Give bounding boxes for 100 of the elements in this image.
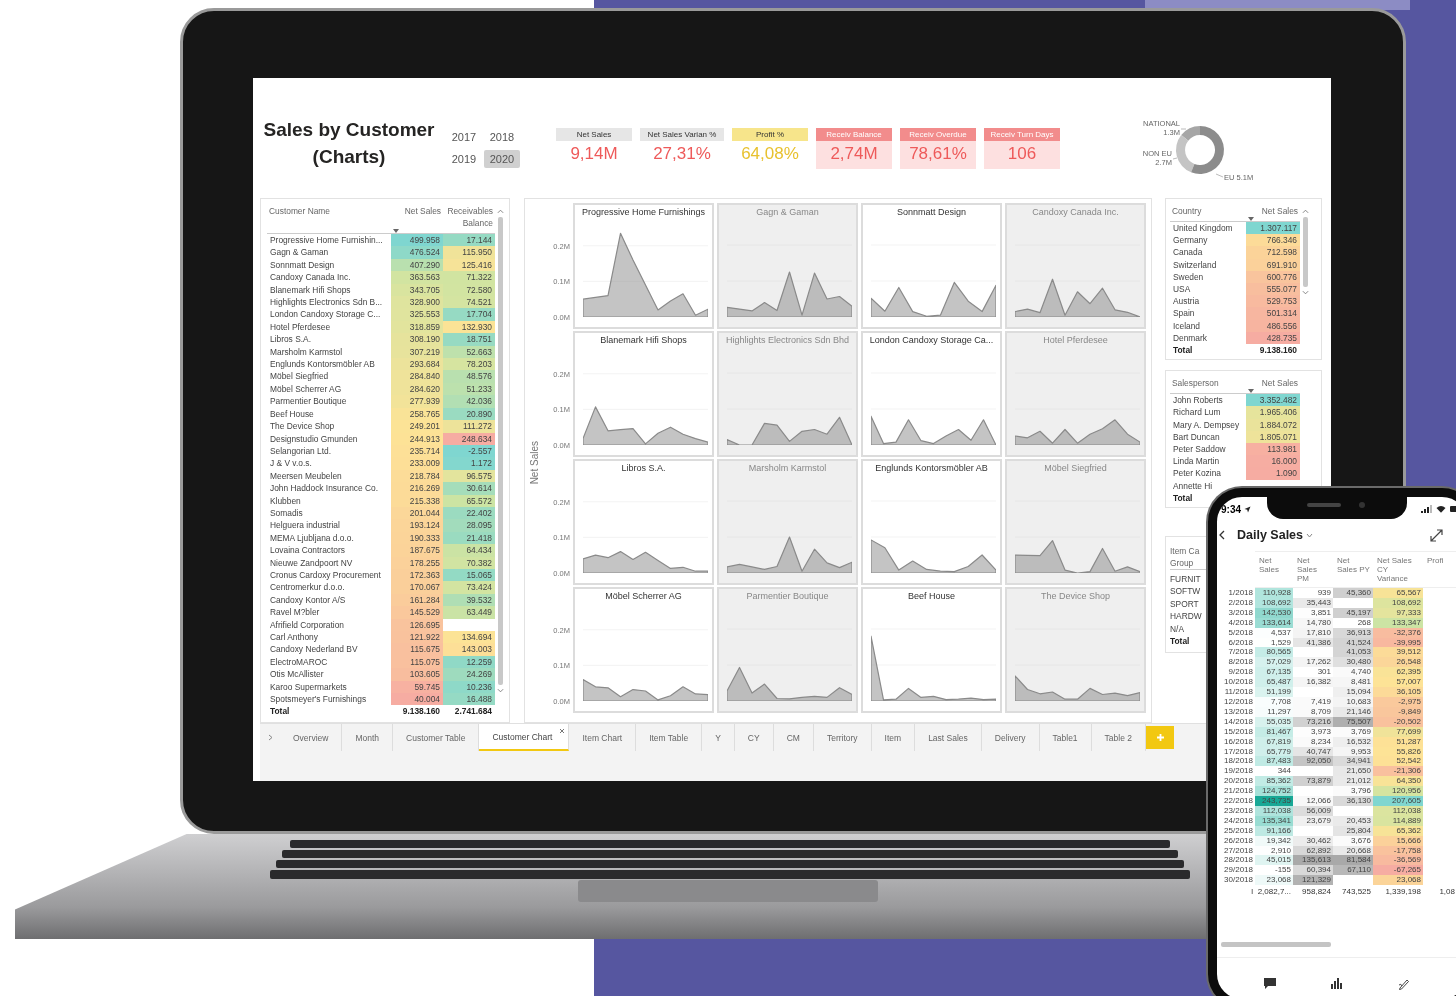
table-cell: 1.307.117 <box>1246 222 1300 235</box>
table-cell: 363.563 <box>391 271 443 284</box>
table-cell: 17,810 <box>1293 627 1333 638</box>
table-cell: 55,826 <box>1373 746 1423 757</box>
row-label: Canada <box>1172 246 1204 259</box>
table-cell: 207,605 <box>1373 796 1423 806</box>
row-label: 10/2018 <box>1223 677 1254 688</box>
table-cell: 19,342 <box>1255 835 1293 846</box>
table-cell: 308.190 <box>391 333 443 346</box>
close-icon <box>559 728 566 734</box>
table-cell: -20,502 <box>1373 716 1423 727</box>
chart-title: Möbel Scherrer AG <box>604 590 683 603</box>
year-button[interactable]: 2017 <box>446 128 482 146</box>
add-page-button[interactable] <box>1146 726 1175 749</box>
table-cell: 73,879 <box>1293 776 1333 787</box>
row-label: Iceland <box>1172 319 1201 332</box>
table-cell: 36,913 <box>1333 627 1373 638</box>
chart-title: The Device Shop <box>1039 590 1111 603</box>
row-label: Annette Hi <box>1172 479 1214 492</box>
total-label: Total <box>1172 344 1194 357</box>
table-cell: 112,038 <box>1255 805 1293 816</box>
row-label: MEMA Ljubljana d.o.o. <box>269 531 355 545</box>
table-cell: 65,362 <box>1373 825 1423 836</box>
year-button[interactable]: 2019 <box>446 150 482 168</box>
year-button[interactable]: 2018 <box>484 128 520 146</box>
row-label: FURNIT <box>1170 573 1201 586</box>
row-label: Möbel Siegfried <box>269 370 330 383</box>
column-header: Group <box>1170 557 1194 570</box>
table-cell: 145.529 <box>391 606 443 619</box>
row-label: Highlights Electronics Sdn B... <box>269 296 384 309</box>
table-cell: 23,068 <box>1255 875 1293 886</box>
page-tab[interactable]: Customer Chart <box>479 724 570 751</box>
row-label: 2/2018 <box>1227 597 1254 608</box>
row-label: Englunds Kontorsmöbler AB <box>269 358 376 371</box>
row-label: 13/2018 <box>1223 706 1254 717</box>
table-cell: 115.950 <box>443 246 495 259</box>
table-cell: 23,679 <box>1293 815 1333 826</box>
year-button[interactable]: 2020 <box>484 150 520 168</box>
table-cell: 476.524 <box>391 246 443 259</box>
row-label: 1/2018 <box>1227 588 1254 598</box>
row-label: 22/2018 <box>1223 796 1254 806</box>
table-cell: 92,050 <box>1293 756 1333 767</box>
signal-icon <box>1421 505 1432 513</box>
table-cell: 48.576 <box>443 370 495 383</box>
table-cell: 73,216 <box>1293 716 1333 727</box>
row-label: 16/2018 <box>1223 736 1254 747</box>
table-cell: -67,265 <box>1373 865 1423 876</box>
table-cell: 30.614 <box>443 482 495 495</box>
table-cell: 284.840 <box>391 370 443 383</box>
row-label: 14/2018 <box>1223 716 1254 727</box>
table-cell: 16,382 <box>1293 677 1333 688</box>
table-cell: 24.269 <box>443 668 495 681</box>
page-title: Daily Sales <box>1237 528 1303 542</box>
table-cell: 216.269 <box>391 482 443 495</box>
total-label: Total <box>1170 635 1190 648</box>
row-label: Beef House <box>269 407 315 421</box>
chart-title: Hotel Pferdesee <box>1042 334 1109 347</box>
table-cell: 233.009 <box>391 457 443 470</box>
table-cell: 97,333 <box>1373 607 1423 618</box>
row-label: 25/2018 <box>1223 825 1254 836</box>
row-label: Sonnmatt Design <box>269 258 336 272</box>
row-label: SOFTW <box>1170 585 1201 598</box>
total-value: 1,339,198 <box>1384 886 1422 899</box>
table-cell: 35,443 <box>1293 597 1333 608</box>
row-label: USA <box>1172 283 1192 296</box>
table-cell: -36,569 <box>1373 855 1423 866</box>
table-cell: 120,956 <box>1373 786 1423 797</box>
kpi-label: Net Sales <box>556 128 632 141</box>
kpi-label: Net Sales Varian % <box>640 128 724 141</box>
table-cell: 20,453 <box>1333 815 1373 826</box>
row-label: Nieuwe Zandpoort NV <box>269 556 354 569</box>
row-label: 27/2018 <box>1223 845 1254 856</box>
row-label: Selangorian Ltd. <box>269 444 332 458</box>
table-cell: 277.939 <box>391 395 443 408</box>
row-label: 29/2018 <box>1223 865 1254 876</box>
table-cell: 243,735 <box>1255 796 1293 806</box>
table-cell: 21,146 <box>1333 706 1373 717</box>
row-label: 15/2018 <box>1223 726 1254 737</box>
chevron-right-icon <box>267 734 273 741</box>
table-cell: 133,347 <box>1373 617 1423 628</box>
table-cell: 21,012 <box>1333 776 1373 787</box>
row-label: 18/2018 <box>1223 756 1254 767</box>
table-cell: 45,360 <box>1333 588 1373 598</box>
table-cell: 57,007 <box>1373 677 1423 688</box>
chart-title: Parmentier Boutique <box>745 590 830 603</box>
table-cell: 64.434 <box>443 544 495 557</box>
table-cell: 293.684 <box>391 358 443 371</box>
table-cell: 63.449 <box>443 606 495 619</box>
row-label: Lovaina Contractors <box>269 544 346 557</box>
table-cell: 143.003 <box>443 643 495 656</box>
table-cell: 124,752 <box>1255 786 1293 797</box>
row-label: Progressive Home Furnishin... <box>269 234 384 247</box>
table-cell: 12,066 <box>1293 796 1333 806</box>
row-label: Linda Martin <box>1172 455 1221 468</box>
row-label: HARDW <box>1170 610 1202 623</box>
row-label: The Device Shop <box>269 420 336 433</box>
row-label: 3/2018 <box>1227 607 1254 618</box>
table-cell: 41,053 <box>1333 647 1373 658</box>
table-cell: 62,395 <box>1373 667 1423 678</box>
row-label: Hotel Pferdesee <box>269 320 332 334</box>
